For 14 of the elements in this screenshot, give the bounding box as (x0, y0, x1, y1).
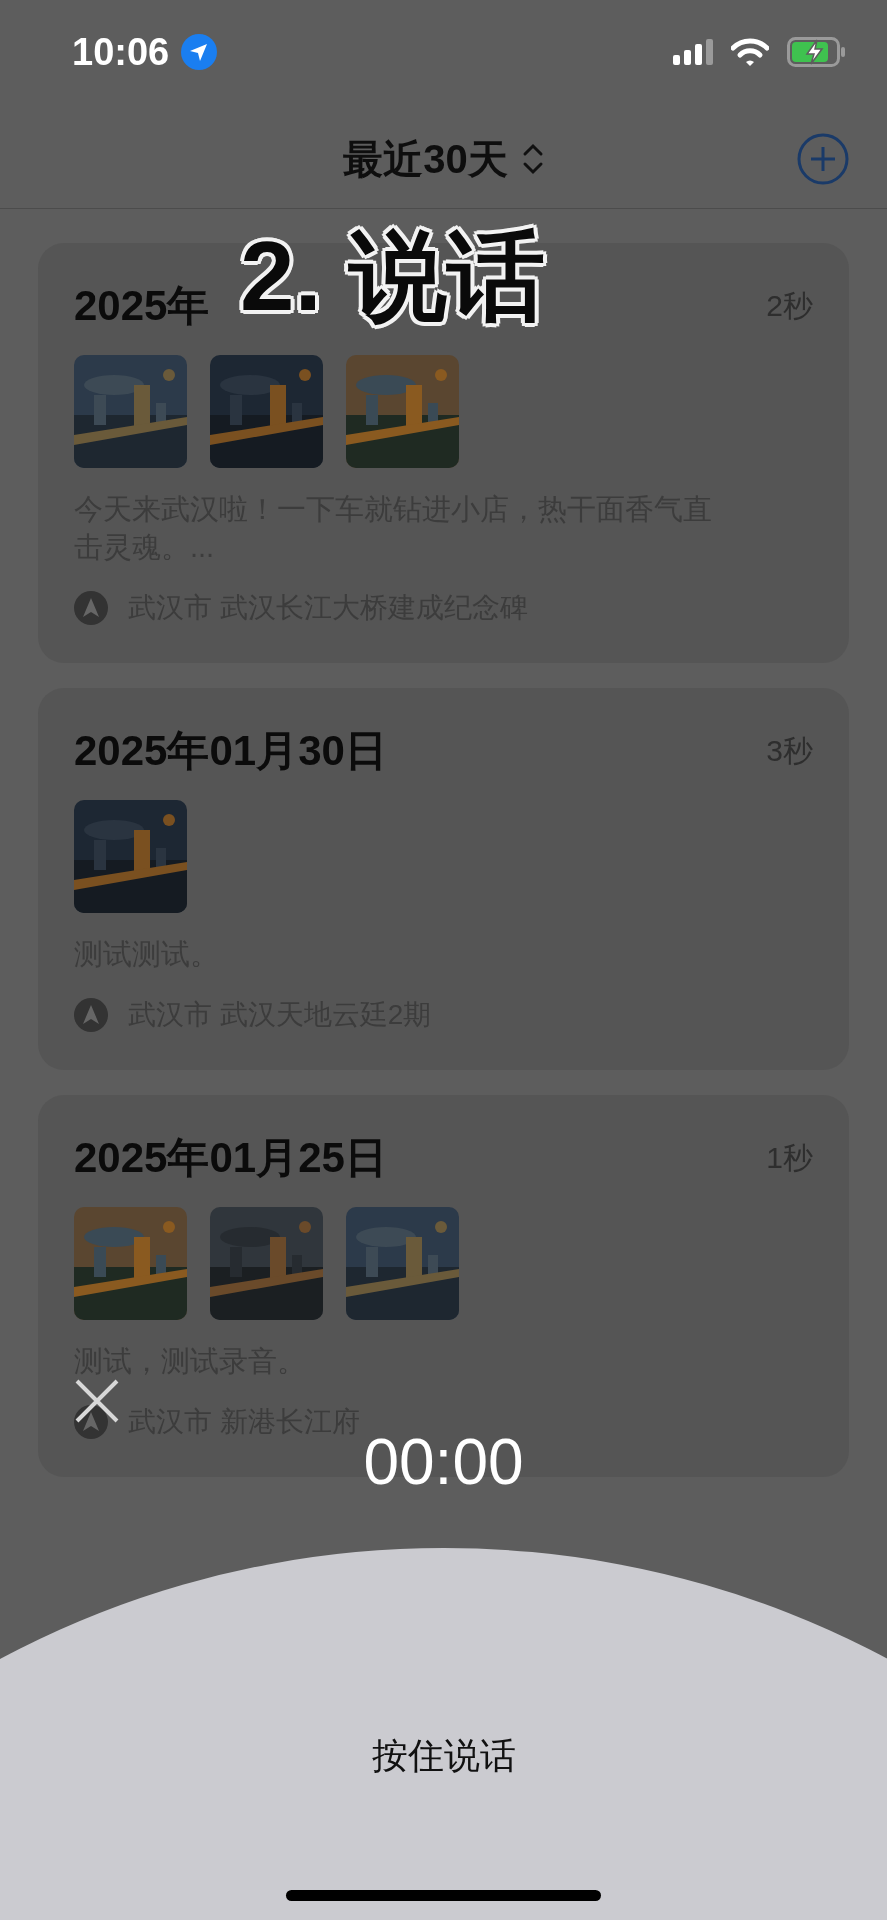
hold-to-talk-label: 按住说话 (370, 1734, 517, 1778)
entry-date: 2025年01月30日 (74, 726, 387, 776)
caption-overlay: 2. 说话 (240, 220, 545, 333)
date-range-selector[interactable]: 最近30天 (343, 131, 544, 187)
close-icon[interactable] (74, 1378, 120, 1424)
entry-date: 2025年01月25日 (74, 1133, 387, 1183)
chevron-icon (521, 142, 544, 176)
add-icon[interactable] (797, 133, 849, 185)
signal-icon (673, 39, 713, 65)
battery-charging-icon (787, 37, 847, 67)
wifi-icon (731, 38, 769, 66)
entry-date: 2025年 (74, 281, 210, 331)
recording-timer: 00:00 (362, 1425, 525, 1499)
status-time: 10:06 (72, 30, 170, 74)
